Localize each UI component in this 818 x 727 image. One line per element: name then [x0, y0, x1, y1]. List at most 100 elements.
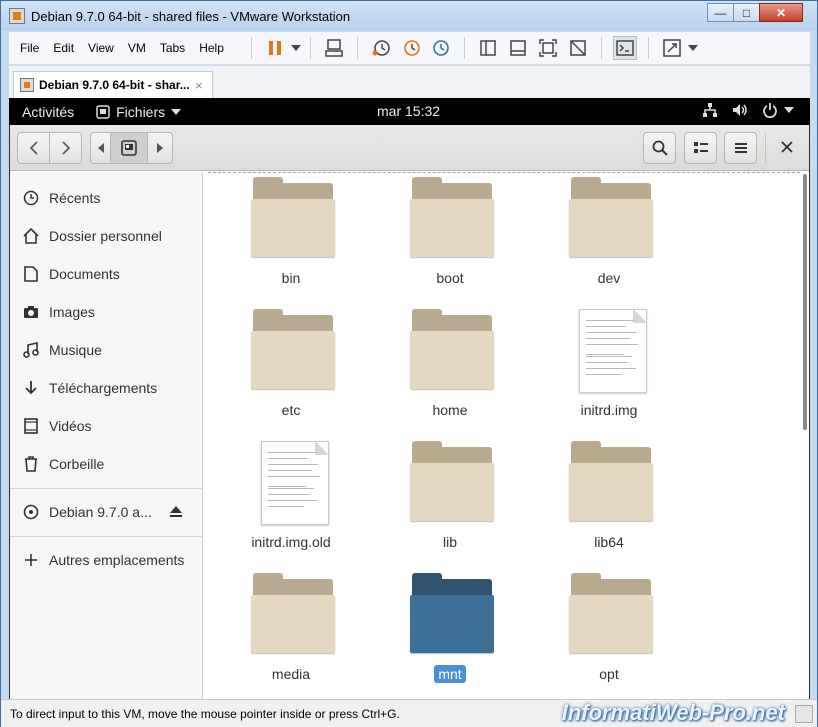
menu-file[interactable]: File: [13, 41, 46, 55]
sidebar-item-home[interactable]: Dossier personnel: [10, 217, 203, 255]
text-line: [268, 476, 320, 477]
app-menu-label: Fichiers: [116, 103, 166, 120]
file-name-text: media: [271, 666, 311, 682]
resize-grip[interactable]: [795, 705, 813, 723]
document-page: [579, 309, 647, 393]
file-name-text: opt: [599, 666, 619, 682]
sidebar-item-label: Images: [49, 304, 95, 320]
folder-item[interactable]: lib64: [549, 441, 669, 571]
menu-edit[interactable]: Edit: [46, 41, 81, 55]
app-menu[interactable]: Fichiers: [96, 103, 182, 120]
folder-item[interactable]: bin: [231, 177, 351, 307]
folder-item[interactable]: dev: [549, 177, 669, 307]
maximize-button[interactable]: □: [733, 3, 760, 22]
menu-button[interactable]: [724, 132, 757, 164]
toolbar-separator: [250, 37, 252, 59]
power-dropdown-icon[interactable]: [290, 36, 302, 60]
chevron-left-icon: [29, 141, 38, 155]
sidebar-item-recent[interactable]: Récents: [10, 179, 203, 217]
stretch-dropdown-icon[interactable]: [687, 36, 699, 60]
path-scroll-left-button[interactable]: [90, 132, 111, 164]
menu-tabs[interactable]: Tabs: [153, 41, 192, 55]
menu-help[interactable]: Help: [192, 41, 231, 55]
document-icon: [22, 266, 40, 282]
file-name: mnt: [390, 665, 510, 683]
file-item[interactable]: initrd.img.old: [231, 441, 351, 571]
folder-front: [410, 463, 494, 521]
forward-button[interactable]: [49, 132, 82, 164]
file-name-text: bin: [281, 270, 301, 286]
show-library-icon[interactable]: [476, 36, 500, 60]
drive-icon: [121, 140, 137, 156]
folder-item[interactable]: media: [231, 573, 351, 699]
view-toggle-button[interactable]: [684, 132, 717, 164]
snapshot-manager-icon[interactable]: [429, 36, 453, 60]
home-icon: [22, 228, 40, 244]
thumbnail-bar-icon[interactable]: [506, 36, 530, 60]
sidebar-item-trash[interactable]: Corbeille: [10, 445, 203, 483]
folder-front: [251, 595, 335, 653]
sidebar-item-documents[interactable]: Documents: [10, 255, 203, 293]
file-name-text: boot: [436, 270, 464, 286]
eject-icon[interactable]: [169, 505, 183, 521]
guest-screen[interactable]: Activités Fichiers mar 15:32 Récents Dos…: [9, 98, 810, 699]
download-icon: [22, 380, 40, 396]
menu-view[interactable]: View: [81, 41, 121, 55]
folder-item[interactable]: home: [390, 309, 510, 439]
scrollbar-thumb[interactable]: [803, 174, 807, 430]
clock-icon: [22, 190, 40, 206]
sidebar-item-videos[interactable]: Vidéos: [10, 407, 203, 445]
file-name-text: etc: [281, 402, 301, 418]
menu-vm[interactable]: VM: [121, 41, 153, 55]
close-window-button[interactable]: [777, 137, 797, 157]
window-title: Debian 9.7.0 64-bit - shared files - VMw…: [31, 8, 351, 24]
search-button[interactable]: [643, 132, 676, 164]
path-root-button[interactable]: [110, 132, 148, 164]
file-name-text: initrd.img: [580, 402, 638, 418]
folder-front: [410, 199, 494, 257]
file-item[interactable]: initrd.img: [549, 309, 669, 439]
folder-item[interactable]: opt: [549, 573, 669, 699]
folder-icon: [410, 177, 494, 261]
sidebar-item-images[interactable]: Images: [10, 293, 203, 331]
sidebar-item-downloads[interactable]: Téléchargements: [10, 369, 203, 407]
revert-snapshot-icon[interactable]: [399, 36, 423, 60]
sidebar-item-music[interactable]: Musique: [10, 331, 203, 369]
system-tray[interactable]: [702, 102, 794, 118]
send-ctrl-alt-del-icon[interactable]: [322, 36, 346, 60]
toolbar: [243, 36, 699, 60]
pause-icon[interactable]: [263, 36, 287, 60]
folder-item[interactable]: mnt: [390, 573, 510, 699]
folder-item[interactable]: etc: [231, 309, 351, 439]
document-page: [261, 441, 329, 525]
scrollbar[interactable]: [801, 172, 809, 432]
snapshot-icon[interactable]: [369, 36, 393, 60]
close-button[interactable]: ✕: [759, 3, 803, 22]
close-icon: [781, 141, 793, 153]
path-scroll-right-button[interactable]: [147, 132, 173, 164]
file-name: dev: [549, 270, 669, 286]
unity-icon[interactable]: [566, 36, 590, 60]
text-line: [268, 458, 308, 459]
clock[interactable]: mar 15:32: [377, 103, 440, 119]
console-view-icon[interactable]: [612, 36, 637, 60]
stretch-guest-icon[interactable]: [660, 36, 684, 60]
activities-button[interactable]: Activités: [22, 104, 74, 120]
text-line: [268, 486, 306, 487]
file-grid[interactable]: bin boot dev etc home initrd.img initrd.img.ol…: [204, 172, 809, 699]
text-line: [268, 464, 318, 465]
folder-item[interactable]: lib: [390, 441, 510, 571]
minimize-button[interactable]: —: [707, 3, 734, 22]
tab-close-icon[interactable]: ×: [195, 78, 203, 93]
toolbar-separator: [647, 37, 649, 59]
sidebar-item-device[interactable]: Debian 9.7.0 a...: [10, 493, 203, 531]
folder-item[interactable]: boot: [390, 177, 510, 307]
full-screen-icon[interactable]: [536, 36, 560, 60]
list-view-icon: [693, 142, 708, 153]
file-name-text: lib: [442, 534, 457, 550]
sidebar-item-other-locations[interactable]: Autres emplacements: [10, 541, 203, 579]
text-line: [586, 368, 636, 369]
vm-tab[interactable]: Debian 9.7.0 64-bit - shar... ×: [13, 71, 213, 98]
back-button[interactable]: [17, 132, 50, 164]
folder-front: [251, 199, 335, 257]
